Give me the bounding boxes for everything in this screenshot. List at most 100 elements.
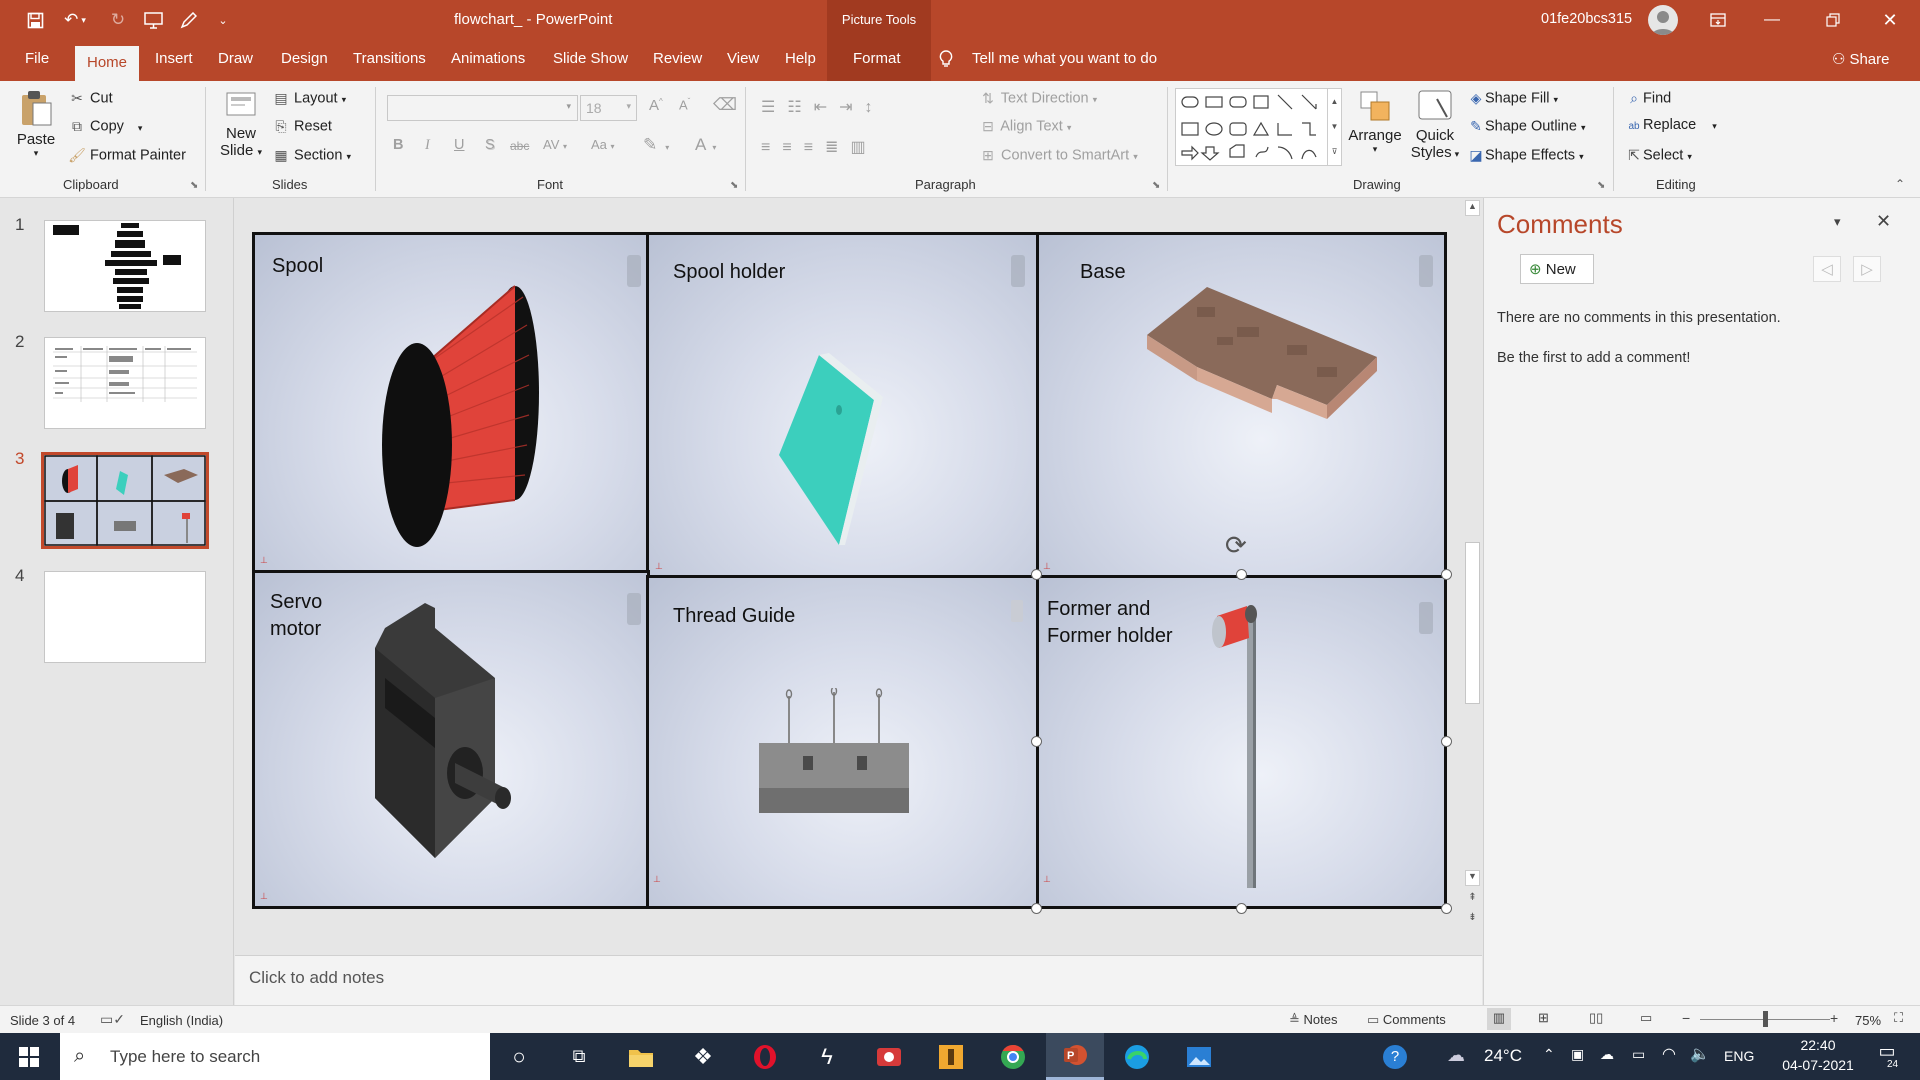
- selection-handle[interactable]: [1236, 569, 1247, 580]
- normal-view-icon[interactable]: ▥: [1487, 1008, 1511, 1030]
- restore-icon[interactable]: [1810, 0, 1856, 40]
- inventor-icon[interactable]: [922, 1033, 980, 1080]
- quick-styles-button[interactable]: Quick Styles ▾: [1407, 89, 1463, 161]
- pane-options-icon[interactable]: ▾: [1834, 214, 1841, 230]
- image-spool-holder[interactable]: Spool holder ⊥: [646, 232, 1039, 578]
- text-direction-button[interactable]: ⇅ Text Direction ▾: [979, 89, 1097, 107]
- slide-thumbnail-3-selected[interactable]: [41, 452, 209, 549]
- image-former-holder[interactable]: Former and Former holder ⊥: [1036, 575, 1447, 909]
- powerpoint-icon[interactable]: P: [1046, 1033, 1104, 1080]
- save-icon[interactable]: [23, 8, 47, 32]
- present-icon[interactable]: [141, 8, 165, 32]
- italic-button[interactable]: I: [425, 137, 430, 154]
- image-servo-motor[interactable]: Servo motor ⊥: [252, 570, 650, 909]
- scroll-down-icon[interactable]: ▼: [1465, 870, 1480, 886]
- image-base[interactable]: Base ⟳ ⊥: [1036, 232, 1447, 579]
- tab-file[interactable]: File: [25, 50, 49, 67]
- tab-format[interactable]: Format: [853, 50, 901, 67]
- notes-placeholder[interactable]: Click to add notes: [249, 968, 384, 988]
- scroll-thumb[interactable]: [1465, 542, 1480, 704]
- zoom-level[interactable]: 75%: [1855, 1013, 1881, 1028]
- zoom-in-icon[interactable]: +: [1830, 1010, 1838, 1026]
- screen-recorder-icon[interactable]: [860, 1033, 918, 1080]
- photos-icon[interactable]: [1170, 1033, 1228, 1080]
- zoom-out-icon[interactable]: −: [1682, 1010, 1690, 1026]
- windows-start-icon[interactable]: [0, 1033, 58, 1080]
- undo-icon[interactable]: ↶ ▾: [58, 8, 92, 32]
- tab-draw[interactable]: Draw: [218, 50, 253, 67]
- input-language[interactable]: ENG: [1724, 1048, 1754, 1064]
- dialog-launcher-icon[interactable]: ⬊: [190, 180, 198, 191]
- selection-handle[interactable]: [1031, 903, 1042, 914]
- reset-button[interactable]: ⎘ Reset: [272, 117, 332, 135]
- tab-help[interactable]: Help: [785, 50, 816, 67]
- device-icon[interactable]: ▣: [1571, 1046, 1584, 1063]
- gallery-scroll[interactable]: ▲ ▼ ⊽: [1327, 89, 1341, 165]
- tab-review[interactable]: Review: [653, 50, 702, 67]
- notes-toggle[interactable]: ≜ Notes: [1289, 1012, 1338, 1028]
- shape-outline-button[interactable]: ✎ Shape Outline ▾: [1467, 117, 1585, 135]
- battery-icon[interactable]: ▭: [1632, 1046, 1645, 1063]
- copy-button[interactable]: ⧉ Copy ▾: [68, 117, 142, 135]
- bold-button[interactable]: B: [393, 137, 403, 153]
- new-comment-button[interactable]: ⊕ New: [1520, 254, 1594, 284]
- selection-handle[interactable]: [1441, 569, 1452, 580]
- slide-sorter-icon[interactable]: ⊞: [1538, 1010, 1549, 1026]
- dialog-launcher-icon[interactable]: ⬊: [1597, 180, 1605, 191]
- tab-insert[interactable]: Insert: [155, 50, 193, 67]
- taskbar-search-box[interactable]: ⌕ Type here to search: [60, 1033, 490, 1080]
- wifi-icon[interactable]: ◠: [1662, 1044, 1676, 1064]
- align-buttons[interactable]: ≡≡≡≣▥: [761, 137, 878, 157]
- dialog-launcher-icon[interactable]: ⬊: [730, 180, 738, 191]
- opera-icon[interactable]: [736, 1033, 794, 1080]
- shape-effects-button[interactable]: ◪ Shape Effects ▾: [1467, 146, 1583, 164]
- previous-slide-icon[interactable]: ⇞: [1465, 892, 1480, 910]
- font-name-combo[interactable]: ▾: [387, 95, 578, 121]
- tell-me-input[interactable]: Tell me what you want to do: [972, 50, 1157, 67]
- slide-scrollbar[interactable]: ▲ ▼ ⇞ ⇟: [1463, 198, 1482, 936]
- shape-fill-button[interactable]: ◈ Shape Fill ▾: [1467, 89, 1558, 107]
- format-painter-button[interactable]: 🖌 Format Painter: [68, 146, 186, 164]
- shapes-gallery[interactable]: ▲ ▼ ⊽: [1175, 88, 1342, 166]
- list-buttons[interactable]: ☰☷⇤⇥↕: [761, 97, 885, 117]
- scroll-up-icon[interactable]: ▲: [1465, 200, 1480, 216]
- notes-pane[interactable]: Click to add notes: [235, 955, 1482, 1005]
- close-icon[interactable]: ✕: [1867, 0, 1913, 40]
- select-button[interactable]: ⇱ Select ▾: [1625, 146, 1692, 164]
- slide-thumbnail-4[interactable]: [44, 571, 206, 663]
- tab-home[interactable]: Home: [75, 46, 140, 81]
- decrease-font-icon[interactable]: Aˇ: [679, 97, 690, 112]
- draw-icon[interactable]: [176, 8, 200, 32]
- close-pane-icon[interactable]: ✕: [1876, 211, 1891, 232]
- task-view-icon[interactable]: ⧉: [550, 1033, 608, 1080]
- volume-icon[interactable]: 🔈: [1690, 1044, 1710, 1064]
- highlight-icon[interactable]: ✎ ▾: [643, 135, 669, 155]
- weather-icon[interactable]: ☁: [1447, 1045, 1465, 1066]
- clock-date[interactable]: 04-07-2021: [1772, 1057, 1864, 1073]
- clear-format-icon[interactable]: ⌫: [713, 95, 737, 115]
- selection-handle[interactable]: [1031, 736, 1042, 747]
- dropbox-icon[interactable]: ❖: [674, 1033, 732, 1080]
- selection-handle[interactable]: [1236, 903, 1247, 914]
- customize-icon[interactable]: ⌄: [211, 8, 235, 32]
- image-spool[interactable]: Spool ⊥: [252, 232, 650, 573]
- convert-smartart-button[interactable]: ⊞ Convert to SmartArt ▾: [979, 146, 1138, 164]
- edge-icon[interactable]: [1108, 1033, 1166, 1080]
- change-case-button[interactable]: Aa ▾: [591, 137, 615, 152]
- cortana-icon[interactable]: ○: [490, 1033, 548, 1080]
- paste-button[interactable]: Paste ▾: [12, 89, 60, 159]
- spellcheck-icon[interactable]: ▭✓: [100, 1011, 125, 1028]
- selection-handle[interactable]: [1031, 569, 1042, 580]
- next-slide-icon[interactable]: ⇟: [1465, 912, 1480, 930]
- collapse-ribbon-icon[interactable]: ⌃: [1895, 177, 1905, 191]
- new-slide-button[interactable]: New Slide ▾: [213, 89, 269, 159]
- layout-button[interactable]: ▤ Layout ▾: [272, 89, 346, 107]
- redo-icon[interactable]: ↻: [106, 8, 130, 32]
- selection-handle[interactable]: [1441, 903, 1452, 914]
- next-comment-icon[interactable]: ▷: [1853, 256, 1881, 282]
- zoom-slider-thumb[interactable]: [1763, 1011, 1768, 1027]
- ribbon-display-icon[interactable]: [1695, 0, 1741, 40]
- align-text-button[interactable]: ⊟ Align Text ▾: [979, 117, 1071, 135]
- help-icon[interactable]: ?: [1383, 1045, 1407, 1069]
- shadow-button[interactable]: S: [485, 137, 495, 153]
